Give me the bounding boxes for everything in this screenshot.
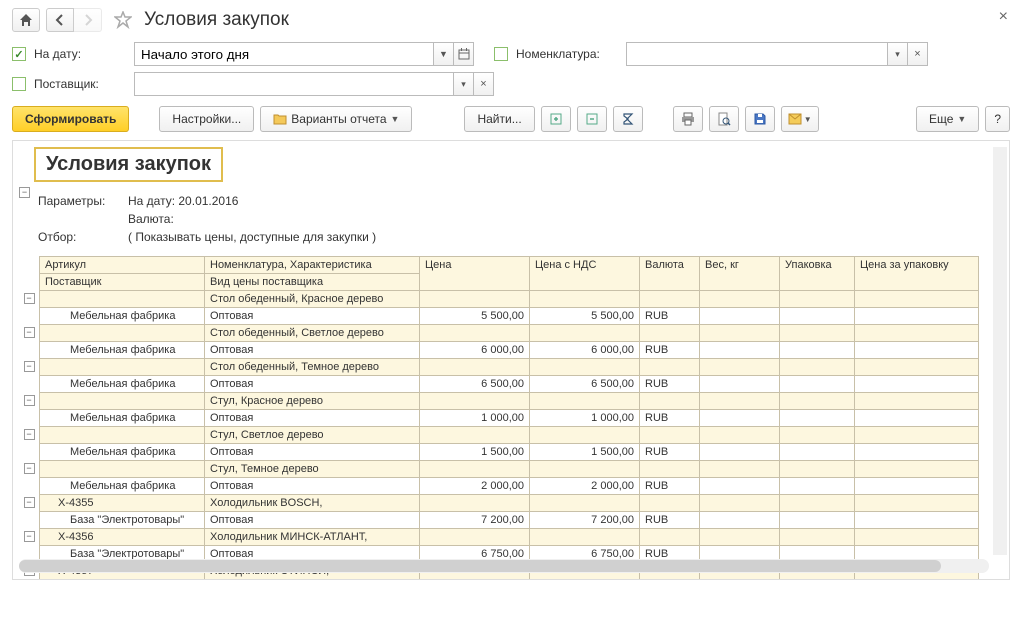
supplier-dropdown-button[interactable]: ▾ <box>454 72 474 96</box>
report-table: Артикул Номенклатура, Характеристика Цен… <box>39 256 979 580</box>
col-price: Цена <box>420 257 530 291</box>
chevron-down-icon: ▼ <box>804 115 812 124</box>
nomen-checkbox[interactable] <box>494 47 508 61</box>
col-pack-price: Цена за упаковку <box>855 257 979 291</box>
supplier-checkbox[interactable] <box>12 77 26 91</box>
nomen-field[interactable] <box>626 42 888 66</box>
collapse-icon <box>585 112 599 126</box>
report-viewer: − Условия закупок Параметры: На дату: 20… <box>12 140 1010 580</box>
col-price-type: Вид цены поставщика <box>205 274 420 291</box>
home-button[interactable] <box>12 8 40 32</box>
col-supplier: Поставщик <box>40 274 205 291</box>
params-label: Параметры: <box>38 192 128 210</box>
expand-all-button[interactable] <box>541 106 571 132</box>
report-variants-button[interactable]: Варианты отчета ▼ <box>260 106 412 132</box>
settings-button[interactable]: Настройки... <box>159 106 254 132</box>
preview-button[interactable] <box>709 106 739 132</box>
table-row[interactable]: Мебельная фабрикаОптовая2 000,002 000,00… <box>40 478 979 495</box>
table-row[interactable]: База "Электротовары"Оптовая4 410,004 410… <box>40 580 979 581</box>
table-row[interactable]: Мебельная фабрикаОптовая6 000,006 000,00… <box>40 342 979 359</box>
sum-button[interactable] <box>613 106 643 132</box>
table-row[interactable]: Мебельная фабрикаОптовая1 500,001 500,00… <box>40 444 979 461</box>
help-button[interactable]: ? <box>985 106 1010 132</box>
table-row[interactable]: Стул, Красное дерево <box>40 393 979 410</box>
expand-icon <box>549 112 563 126</box>
report-title: Условия закупок <box>46 153 211 175</box>
save-button[interactable] <box>745 106 775 132</box>
chevron-down-icon: ▼ <box>391 114 400 124</box>
params-currency-line: Валюта: <box>128 210 174 228</box>
tree-collapse-toggle[interactable]: − <box>24 327 35 338</box>
date-field[interactable] <box>134 42 434 66</box>
tree-collapse-toggle[interactable]: − <box>19 187 30 198</box>
calendar-icon <box>458 48 470 60</box>
nomen-dropdown-button[interactable]: ▾ <box>888 42 908 66</box>
envelope-icon <box>788 113 802 125</box>
sigma-icon <box>621 112 635 126</box>
table-row[interactable]: Стол обеденный, Красное дерево <box>40 291 979 308</box>
printer-icon <box>681 112 695 126</box>
supplier-label: Поставщик: <box>34 77 134 91</box>
table-row[interactable]: X-4356Холодильник МИНСК-АТЛАНТ, <box>40 529 979 546</box>
nomen-label: Номенклатура: <box>516 47 626 61</box>
nomen-clear-button[interactable]: × <box>908 42 928 66</box>
table-row[interactable]: Мебельная фабрикаОптовая5 500,005 500,00… <box>40 308 979 325</box>
folder-icon <box>273 113 287 125</box>
more-button[interactable]: Еще ▼ <box>916 106 979 132</box>
generate-button[interactable]: Сформировать <box>12 106 129 132</box>
vertical-scrollbar[interactable] <box>993 147 1007 555</box>
collapse-all-button[interactable] <box>577 106 607 132</box>
page-title: Условия закупок <box>144 9 289 31</box>
table-row[interactable]: X-4355Холодильник BOSCH, <box>40 495 979 512</box>
diskette-icon <box>753 112 767 126</box>
tree-collapse-toggle[interactable]: − <box>24 531 35 542</box>
find-button[interactable]: Найти... <box>464 106 534 132</box>
date-dropdown-button[interactable]: ▼ <box>434 42 454 66</box>
col-weight: Вес, кг <box>700 257 780 291</box>
params-date-line: На дату: 20.01.2016 <box>128 192 238 210</box>
close-button[interactable]: × <box>999 8 1008 26</box>
col-article: Артикул <box>40 257 205 274</box>
tree-collapse-toggle[interactable]: − <box>24 293 35 304</box>
filter-label: Отбор: <box>38 228 128 246</box>
back-button[interactable] <box>46 8 74 32</box>
chevron-down-icon: ▼ <box>957 114 966 124</box>
table-row[interactable]: База "Электротовары"Оптовая7 200,007 200… <box>40 512 979 529</box>
col-pack: Упаковка <box>780 257 855 291</box>
supplier-field[interactable] <box>134 72 454 96</box>
date-label: На дату: <box>34 47 134 61</box>
email-button[interactable]: ▼ <box>781 106 819 132</box>
preview-icon <box>717 112 731 126</box>
table-row[interactable]: Мебельная фабрикаОптовая6 500,006 500,00… <box>40 376 979 393</box>
print-button[interactable] <box>673 106 703 132</box>
table-row[interactable]: Стул, Темное дерево <box>40 461 979 478</box>
home-icon <box>19 13 33 27</box>
arrow-right-icon <box>82 14 94 26</box>
tree-collapse-toggle[interactable]: − <box>24 361 35 372</box>
tree-collapse-toggle[interactable]: − <box>24 463 35 474</box>
tree-collapse-toggle[interactable]: − <box>24 395 35 406</box>
table-row[interactable]: Стол обеденный, Темное дерево <box>40 359 979 376</box>
col-currency: Валюта <box>640 257 700 291</box>
filter-value: ( Показывать цены, доступные для закупки… <box>128 228 376 246</box>
scrollbar-thumb[interactable] <box>19 560 941 572</box>
col-nomen: Номенклатура, Характеристика <box>205 257 420 274</box>
date-checkbox[interactable] <box>12 47 26 61</box>
favorite-star-icon[interactable] <box>114 11 132 29</box>
table-row[interactable]: Стул, Светлое дерево <box>40 427 979 444</box>
table-row[interactable]: Мебельная фабрикаОптовая1 000,001 000,00… <box>40 410 979 427</box>
tree-collapse-toggle[interactable]: − <box>24 497 35 508</box>
supplier-clear-button[interactable]: × <box>474 72 494 96</box>
horizontal-scrollbar[interactable] <box>19 559 989 573</box>
tree-collapse-toggle[interactable]: − <box>24 429 35 440</box>
date-calendar-button[interactable] <box>454 42 474 66</box>
arrow-left-icon <box>54 14 66 26</box>
table-row[interactable]: Стол обеденный, Светлое дерево <box>40 325 979 342</box>
forward-button[interactable] <box>74 8 102 32</box>
col-price-vat: Цена с НДС <box>530 257 640 291</box>
